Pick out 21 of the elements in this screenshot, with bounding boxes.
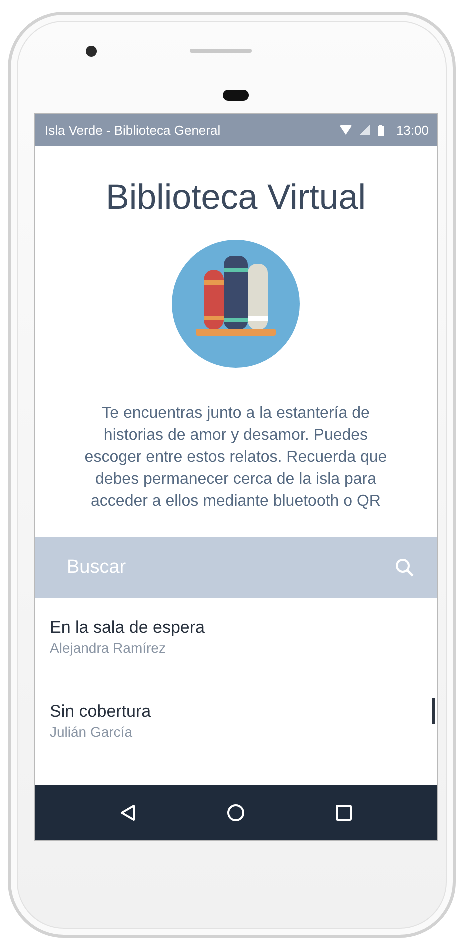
page-title: Biblioteca Virtual [106, 178, 366, 218]
scrollbar [432, 698, 435, 724]
description-text: Te encuentras junto a la estantería de historias de amor y desamor. Puedes escoger entre estos relatos. Recuerda que debes permanecer cerca de la isla para acceder a ellos mediante bluetooth o QR [84, 404, 388, 512]
recents-icon[interactable] [336, 804, 352, 820]
status-title: Isla Verde - Biblioteca General [45, 122, 222, 138]
speaker-grille [190, 49, 252, 53]
signal-icon [360, 125, 370, 135]
status-time: 13:00 [396, 122, 429, 138]
wifi-icon [340, 125, 352, 135]
battery-icon [378, 124, 384, 136]
story-author: Julián García [50, 724, 134, 740]
search-field[interactable]: Buscar [35, 537, 437, 598]
back-icon[interactable] [120, 804, 136, 822]
story-title[interactable]: En la sala de espera [50, 618, 422, 638]
camera-icon [86, 46, 97, 56]
search-input[interactable]: Buscar [65, 556, 395, 580]
story-title[interactable]: Sin cobertura [50, 702, 422, 722]
home-icon[interactable] [226, 804, 245, 822]
earpiece [223, 90, 249, 101]
story-author: Alejandra Ramírez [50, 640, 167, 656]
bookshelf-icon [172, 240, 300, 368]
